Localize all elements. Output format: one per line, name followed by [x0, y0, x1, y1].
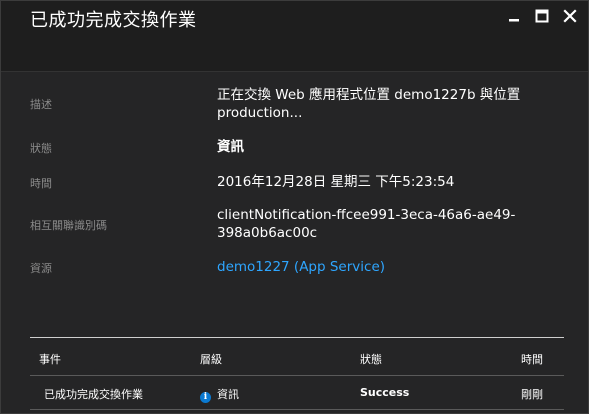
- resource-link[interactable]: demo1227 (App Service): [217, 258, 547, 276]
- close-button[interactable]: [560, 6, 580, 26]
- description-value: 正在交換 Web 應用程式位置 demo1227b 與位置 production…: [217, 87, 521, 121]
- table-divider: [30, 337, 564, 338]
- table-cell-status: Success: [360, 386, 410, 399]
- table-cell-event[interactable]: 已成功完成交換作業: [44, 386, 143, 402]
- column-header-time[interactable]: 時間: [521, 351, 543, 367]
- notification-details: 描述 正在交換 Web 應用程式位置 demo1227b 與位置 product…: [1, 72, 588, 413]
- time-value: 2016年12月28日 星期三 下午5:23:54: [217, 174, 455, 190]
- maximize-icon: [535, 9, 549, 23]
- minimize-button[interactable]: [504, 6, 524, 26]
- window-title: 已成功完成交換作業: [30, 10, 197, 31]
- column-header-event[interactable]: 事件: [39, 351, 61, 367]
- column-header-level[interactable]: 層級: [200, 351, 222, 367]
- description-label: 描述: [30, 98, 52, 111]
- table-header-divider: [30, 375, 564, 376]
- time-label: 時間: [30, 177, 52, 190]
- status-value: 資訊: [217, 139, 244, 155]
- table-row-divider: [30, 409, 564, 410]
- maximize-button[interactable]: [532, 6, 552, 26]
- notification-window: 已成功完成交換作業 描述 正在交換 Web 應用程式位置 demo1227b 與…: [0, 0, 589, 414]
- correlation-value: clientNotification-ffcee991-3eca-46a6-ae…: [217, 207, 516, 241]
- column-header-status[interactable]: 狀態: [360, 351, 382, 367]
- minimize-icon: [509, 19, 519, 22]
- close-icon: [563, 9, 577, 23]
- correlation-label: 相互關聯識別碼: [30, 219, 107, 232]
- title-bar: 已成功完成交換作業: [1, 1, 588, 72]
- table-cell-level: i 資訊: [200, 386, 239, 403]
- table-cell-time: 剛剛: [521, 388, 543, 401]
- info-icon: i: [200, 392, 211, 403]
- resource-label: 資源: [30, 262, 52, 275]
- status-label: 狀態: [30, 142, 52, 155]
